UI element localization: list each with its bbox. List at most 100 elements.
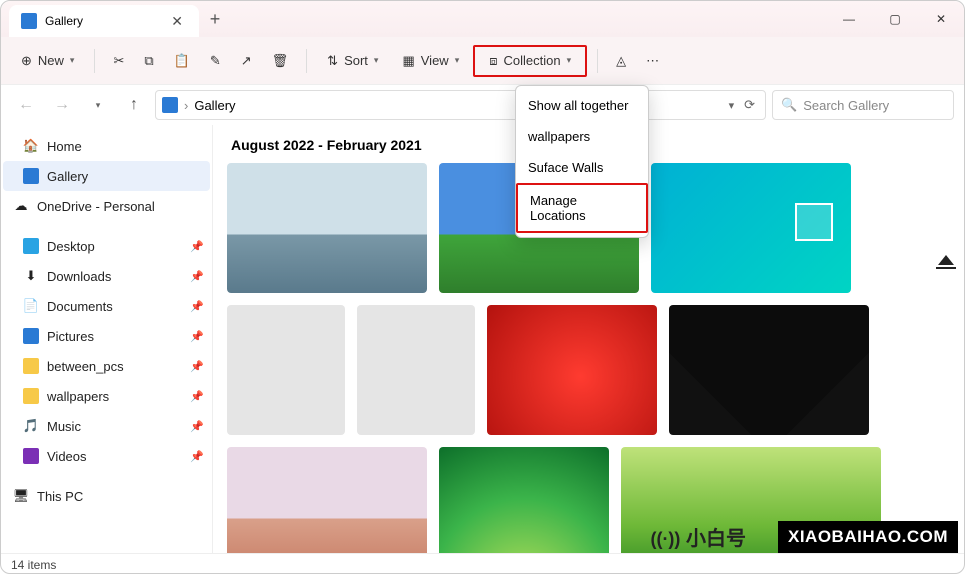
navigation-row: ← → ▾ ↑ › Gallery ▾ ⟳ 🔍 Search Gallery [1, 85, 964, 125]
pin-icon: 📌 [190, 240, 204, 253]
gallery-thumbnail[interactable] [227, 447, 427, 553]
window-controls: — ▢ ✕ [826, 1, 964, 37]
trash-icon: 🗑 [272, 53, 289, 69]
navigation-sidebar: 🏠 Home Gallery › ☁ OneDrive - Personal D… [1, 125, 213, 553]
sidebar-item-label: wallpapers [47, 389, 109, 404]
sort-button[interactable]: ⇅ Sort ▾ [317, 47, 388, 75]
rename-icon: ✎ [210, 53, 221, 69]
search-placeholder: Search Gallery [803, 98, 889, 113]
pin-icon: 📌 [190, 450, 204, 463]
share-icon: ↗ [241, 53, 252, 69]
new-button[interactable]: ⊕ New ▾ [11, 47, 84, 75]
sidebar-item-home[interactable]: 🏠 Home [3, 131, 210, 161]
documents-icon: 📄 [23, 298, 39, 314]
pin-icon: 📌 [190, 300, 204, 313]
sidebar-item-wallpapers[interactable]: wallpapers 📌 [3, 381, 210, 411]
title-bar: Gallery ✕ + — ▢ ✕ [1, 1, 964, 37]
sidebar-item-label: Pictures [47, 329, 94, 344]
dropdown-item-show-all[interactable]: Show all together [516, 90, 648, 121]
gallery-location-icon [162, 97, 178, 113]
sidebar-item-label: Documents [47, 299, 113, 314]
address-bar[interactable]: › Gallery ▾ ⟳ [155, 90, 766, 120]
search-box[interactable]: 🔍 Search Gallery [772, 90, 954, 120]
copy-button[interactable]: ⧉ [136, 47, 161, 75]
sidebar-item-downloads[interactable]: ⬇ Downloads 📌 [3, 261, 210, 291]
recent-locations-button[interactable]: ▾ [83, 90, 113, 120]
search-icon: 🔍 [781, 97, 797, 113]
background-icon: ◬ [616, 53, 626, 69]
sort-button-label: Sort [344, 53, 368, 68]
gallery-thumbnail[interactable] [439, 447, 609, 553]
sidebar-item-documents[interactable]: 📄 Documents 📌 [3, 291, 210, 321]
pin-icon: 📌 [190, 330, 204, 343]
chevron-down-icon: ▾ [70, 55, 75, 66]
tab-title: Gallery [45, 14, 83, 28]
sidebar-item-music[interactable]: 🎵 Music 📌 [3, 411, 210, 441]
background-button[interactable]: ◬ [608, 47, 634, 75]
folder-icon [23, 358, 39, 374]
dropdown-item-wallpapers[interactable]: wallpapers [516, 121, 648, 152]
view-icon: ▦ [402, 53, 414, 69]
separator [94, 49, 95, 73]
gallery-thumbnail[interactable] [357, 305, 475, 435]
close-tab-icon[interactable]: ✕ [171, 13, 183, 30]
expand-chevron-icon[interactable]: › [1, 491, 5, 501]
share-button[interactable]: ↗ [233, 47, 260, 75]
gallery-thumbnail[interactable] [669, 305, 869, 435]
window-tab-gallery[interactable]: Gallery ✕ [9, 5, 199, 37]
pc-icon: 🖥 [13, 488, 29, 504]
sidebar-item-videos[interactable]: Videos 📌 [3, 441, 210, 471]
cut-button[interactable]: ✂ [105, 47, 132, 75]
rename-button[interactable]: ✎ [202, 47, 229, 75]
close-window-button[interactable]: ✕ [918, 1, 964, 37]
scroll-up-icon[interactable] [938, 255, 954, 265]
sidebar-item-onedrive[interactable]: › ☁ OneDrive - Personal [3, 191, 210, 221]
copy-icon: ⧉ [144, 53, 153, 69]
sidebar-item-betweenpcs[interactable]: between_pcs 📌 [3, 351, 210, 381]
forward-button[interactable]: → [47, 90, 77, 120]
gallery-tab-icon [21, 13, 37, 29]
chevron-down-icon: ▾ [455, 55, 460, 66]
scissors-icon: ✂ [113, 53, 124, 69]
back-button[interactable]: ← [11, 90, 41, 120]
gallery-thumbnail[interactable] [227, 305, 345, 435]
gallery-thumbnail[interactable] [227, 163, 427, 293]
pin-icon: 📌 [190, 390, 204, 403]
up-button[interactable]: ↑ [119, 90, 149, 120]
maximize-button[interactable]: ▢ [872, 1, 918, 37]
new-tab-button[interactable]: + [199, 9, 231, 30]
ellipsis-icon: ⋯ [646, 53, 659, 69]
sidebar-item-thispc[interactable]: › 🖥 This PC [3, 481, 210, 511]
refresh-icon[interactable]: ⟳ [740, 97, 759, 113]
dropdown-item-manage-locations[interactable]: Manage Locations [516, 183, 648, 233]
collection-button[interactable]: ⧈ Collection ▾ [473, 45, 587, 77]
plus-circle-icon: ⊕ [21, 53, 32, 69]
folder-icon [23, 388, 39, 404]
gallery-thumbnail[interactable] [651, 163, 851, 293]
delete-button[interactable]: 🗑 [264, 47, 297, 75]
separator [597, 49, 598, 73]
sidebar-item-desktop[interactable]: Desktop 📌 [3, 231, 210, 261]
pin-icon: 📌 [190, 270, 204, 283]
view-button[interactable]: ▦ View ▾ [392, 47, 469, 75]
view-button-label: View [421, 53, 449, 68]
sidebar-item-gallery[interactable]: Gallery [3, 161, 210, 191]
sidebar-item-label: Gallery [47, 169, 88, 184]
sidebar-item-label: Home [47, 139, 82, 154]
sidebar-item-pictures[interactable]: Pictures 📌 [3, 321, 210, 351]
minimize-button[interactable]: — [826, 1, 872, 37]
more-button[interactable]: ⋯ [638, 47, 667, 75]
collection-icon: ⧈ [489, 53, 497, 69]
chevron-down-icon: ▾ [567, 55, 572, 66]
pin-icon: 📌 [190, 360, 204, 373]
clipboard-icon: 📋 [174, 53, 190, 69]
address-chevron-icon[interactable]: ▾ [729, 99, 735, 112]
cloud-icon: ☁ [13, 198, 29, 214]
chevron-down-icon: ▾ [374, 55, 379, 66]
sidebar-item-label: Desktop [47, 239, 95, 254]
dropdown-item-surface-walls[interactable]: Suface Walls [516, 152, 648, 183]
paste-button[interactable]: 📋 [166, 47, 198, 75]
gallery-thumbnail[interactable] [487, 305, 657, 435]
sidebar-item-label: between_pcs [47, 359, 124, 374]
expand-chevron-icon[interactable]: › [1, 201, 5, 211]
